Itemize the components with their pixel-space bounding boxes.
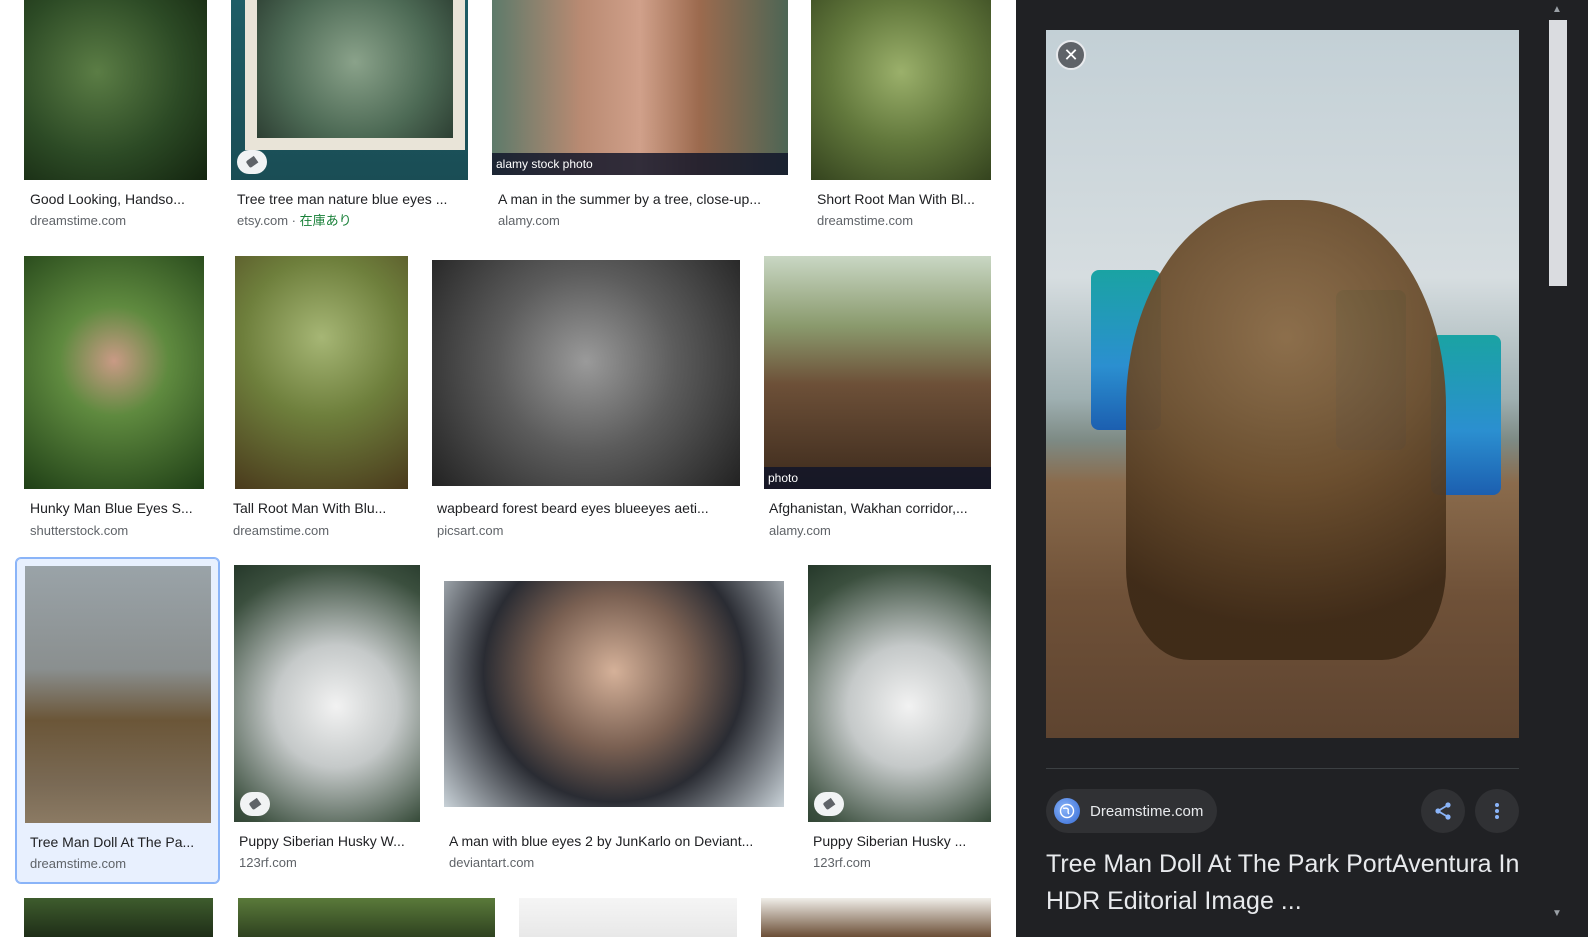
preview-photo-subject (1126, 200, 1446, 660)
panel-divider (1046, 768, 1519, 769)
result-thumbnail[interactable] (24, 0, 207, 180)
preview-title-link[interactable]: Tree Man Doll At The Park PortAventura I… (1046, 846, 1536, 920)
more-vert-icon (1495, 803, 1499, 819)
result-source[interactable]: shutterstock.com (30, 523, 128, 539)
result-thumbnail[interactable] (761, 898, 991, 937)
share-button[interactable] (1421, 789, 1465, 833)
result-source[interactable]: dreamstime.com (30, 856, 126, 872)
result-title[interactable]: Short Root Man With Bl... (817, 190, 989, 208)
result-card[interactable]: Tall Root Man With Blu... dreamstime.com (228, 256, 408, 546)
result-source[interactable]: dreamstime.com (233, 523, 329, 539)
image-search-page: Good Looking, Handso... dreamstime.com T… (0, 0, 1588, 937)
result-source[interactable]: alamy.com (498, 213, 560, 229)
result-thumbnail[interactable] (235, 256, 408, 489)
price-tag-icon (240, 792, 270, 816)
price-tag-icon (237, 150, 267, 174)
result-card[interactable]: Tree tree man nature blue eyes ... etsy.… (231, 0, 468, 240)
result-title[interactable]: A man in the summer by a tree, close-up.… (498, 190, 785, 208)
source-separator: · (288, 213, 300, 228)
globe-icon (1054, 798, 1080, 824)
result-title[interactable]: Good Looking, Handso... (30, 190, 202, 208)
scrollbar-thumb[interactable] (1549, 20, 1567, 286)
result-source[interactable]: etsy.com · 在庫あり (237, 213, 352, 229)
result-thumbnail[interactable] (24, 898, 213, 937)
result-card[interactable] (761, 898, 991, 937)
in-stock-label: 在庫あり (299, 213, 352, 228)
result-title[interactable]: wapbeard forest beard eyes blueeyes aeti… (437, 499, 737, 517)
result-source[interactable]: dreamstime.com (817, 213, 913, 229)
result-source[interactable]: picsart.com (437, 523, 503, 539)
result-thumbnail[interactable] (234, 565, 420, 822)
visit-source-button[interactable]: Dreamstime.com (1046, 789, 1218, 833)
result-source[interactable]: alamy.com (769, 523, 831, 539)
result-card[interactable]: A man with blue eyes 2 by JunKarlo on De… (444, 565, 784, 885)
source-label: Dreamstime.com (1090, 802, 1204, 820)
result-thumbnail[interactable] (444, 581, 784, 807)
image-preview-panel: ✕ Dreamstime.com Tree Man Doll At The Pa… (1016, 0, 1548, 937)
result-card-selected[interactable]: Tree Man Doll At The Pa... dreamstime.co… (15, 557, 220, 884)
price-tag-icon (814, 792, 844, 816)
results-grid: Good Looking, Handso... dreamstime.com T… (0, 0, 1016, 937)
result-thumbnail[interactable] (24, 256, 204, 489)
result-title[interactable]: Puppy Siberian Husky ... (813, 832, 989, 850)
result-thumbnail[interactable]: photo (764, 256, 991, 489)
result-thumbnail[interactable] (811, 0, 991, 180)
result-title[interactable]: Tree Man Doll At The Pa... (30, 833, 210, 851)
result-source[interactable]: 123rf.com (813, 855, 871, 871)
source-domain: etsy.com (237, 213, 289, 228)
result-thumbnail[interactable] (432, 260, 740, 486)
result-card[interactable]: Hunky Man Blue Eyes S... shutterstock.co… (24, 256, 204, 546)
page-scrollbar[interactable]: ▲ ▼ (1548, 0, 1588, 937)
result-card[interactable]: Puppy Siberian Husky ... 123rf.com (808, 565, 991, 885)
result-card[interactable]: alamy stock photo A man in the summer by… (492, 0, 788, 240)
result-thumbnail[interactable] (25, 566, 211, 823)
result-title[interactable]: Afghanistan, Wakhan corridor,... (769, 499, 989, 517)
thumbnail-photo (245, 0, 465, 150)
result-thumbnail[interactable] (519, 898, 737, 937)
result-source[interactable]: 123rf.com (239, 855, 297, 871)
result-title[interactable]: Puppy Siberian Husky W... (239, 832, 419, 850)
result-card[interactable]: Short Root Man With Bl... dreamstime.com (811, 0, 991, 240)
result-source[interactable]: dreamstime.com (30, 213, 126, 229)
scroll-up-arrow-icon[interactable]: ▲ (1552, 4, 1562, 15)
close-icon[interactable]: ✕ (1056, 40, 1086, 70)
watermark-caption: photo (764, 467, 991, 489)
result-card[interactable]: wapbeard forest beard eyes blueeyes aeti… (432, 256, 740, 546)
result-card[interactable]: photo Afghanistan, Wakhan corridor,... a… (764, 256, 991, 546)
result-thumbnail[interactable] (231, 0, 468, 180)
result-card[interactable]: Good Looking, Handso... dreamstime.com (24, 0, 207, 240)
more-options-button[interactable] (1475, 789, 1519, 833)
share-icon (1435, 802, 1451, 820)
result-title[interactable]: Tall Root Man With Blu... (233, 499, 405, 517)
result-thumbnail[interactable] (808, 565, 991, 822)
result-card[interactable]: Puppy Siberian Husky W... 123rf.com (234, 565, 420, 885)
result-title[interactable]: Hunky Man Blue Eyes S... (30, 499, 202, 517)
preview-image[interactable]: ✕ (1046, 30, 1519, 738)
result-card[interactable] (238, 898, 495, 937)
watermark-caption: alamy stock photo (492, 153, 788, 175)
result-title[interactable]: Tree tree man nature blue eyes ... (237, 190, 465, 208)
result-card[interactable] (24, 898, 213, 937)
result-title[interactable]: A man with blue eyes 2 by JunKarlo on De… (449, 832, 781, 850)
result-source[interactable]: deviantart.com (449, 855, 534, 871)
result-thumbnail[interactable]: alamy stock photo (492, 0, 788, 175)
scroll-down-arrow-icon[interactable]: ▼ (1552, 908, 1562, 919)
result-thumbnail[interactable] (238, 898, 495, 937)
result-card[interactable] (519, 898, 737, 937)
